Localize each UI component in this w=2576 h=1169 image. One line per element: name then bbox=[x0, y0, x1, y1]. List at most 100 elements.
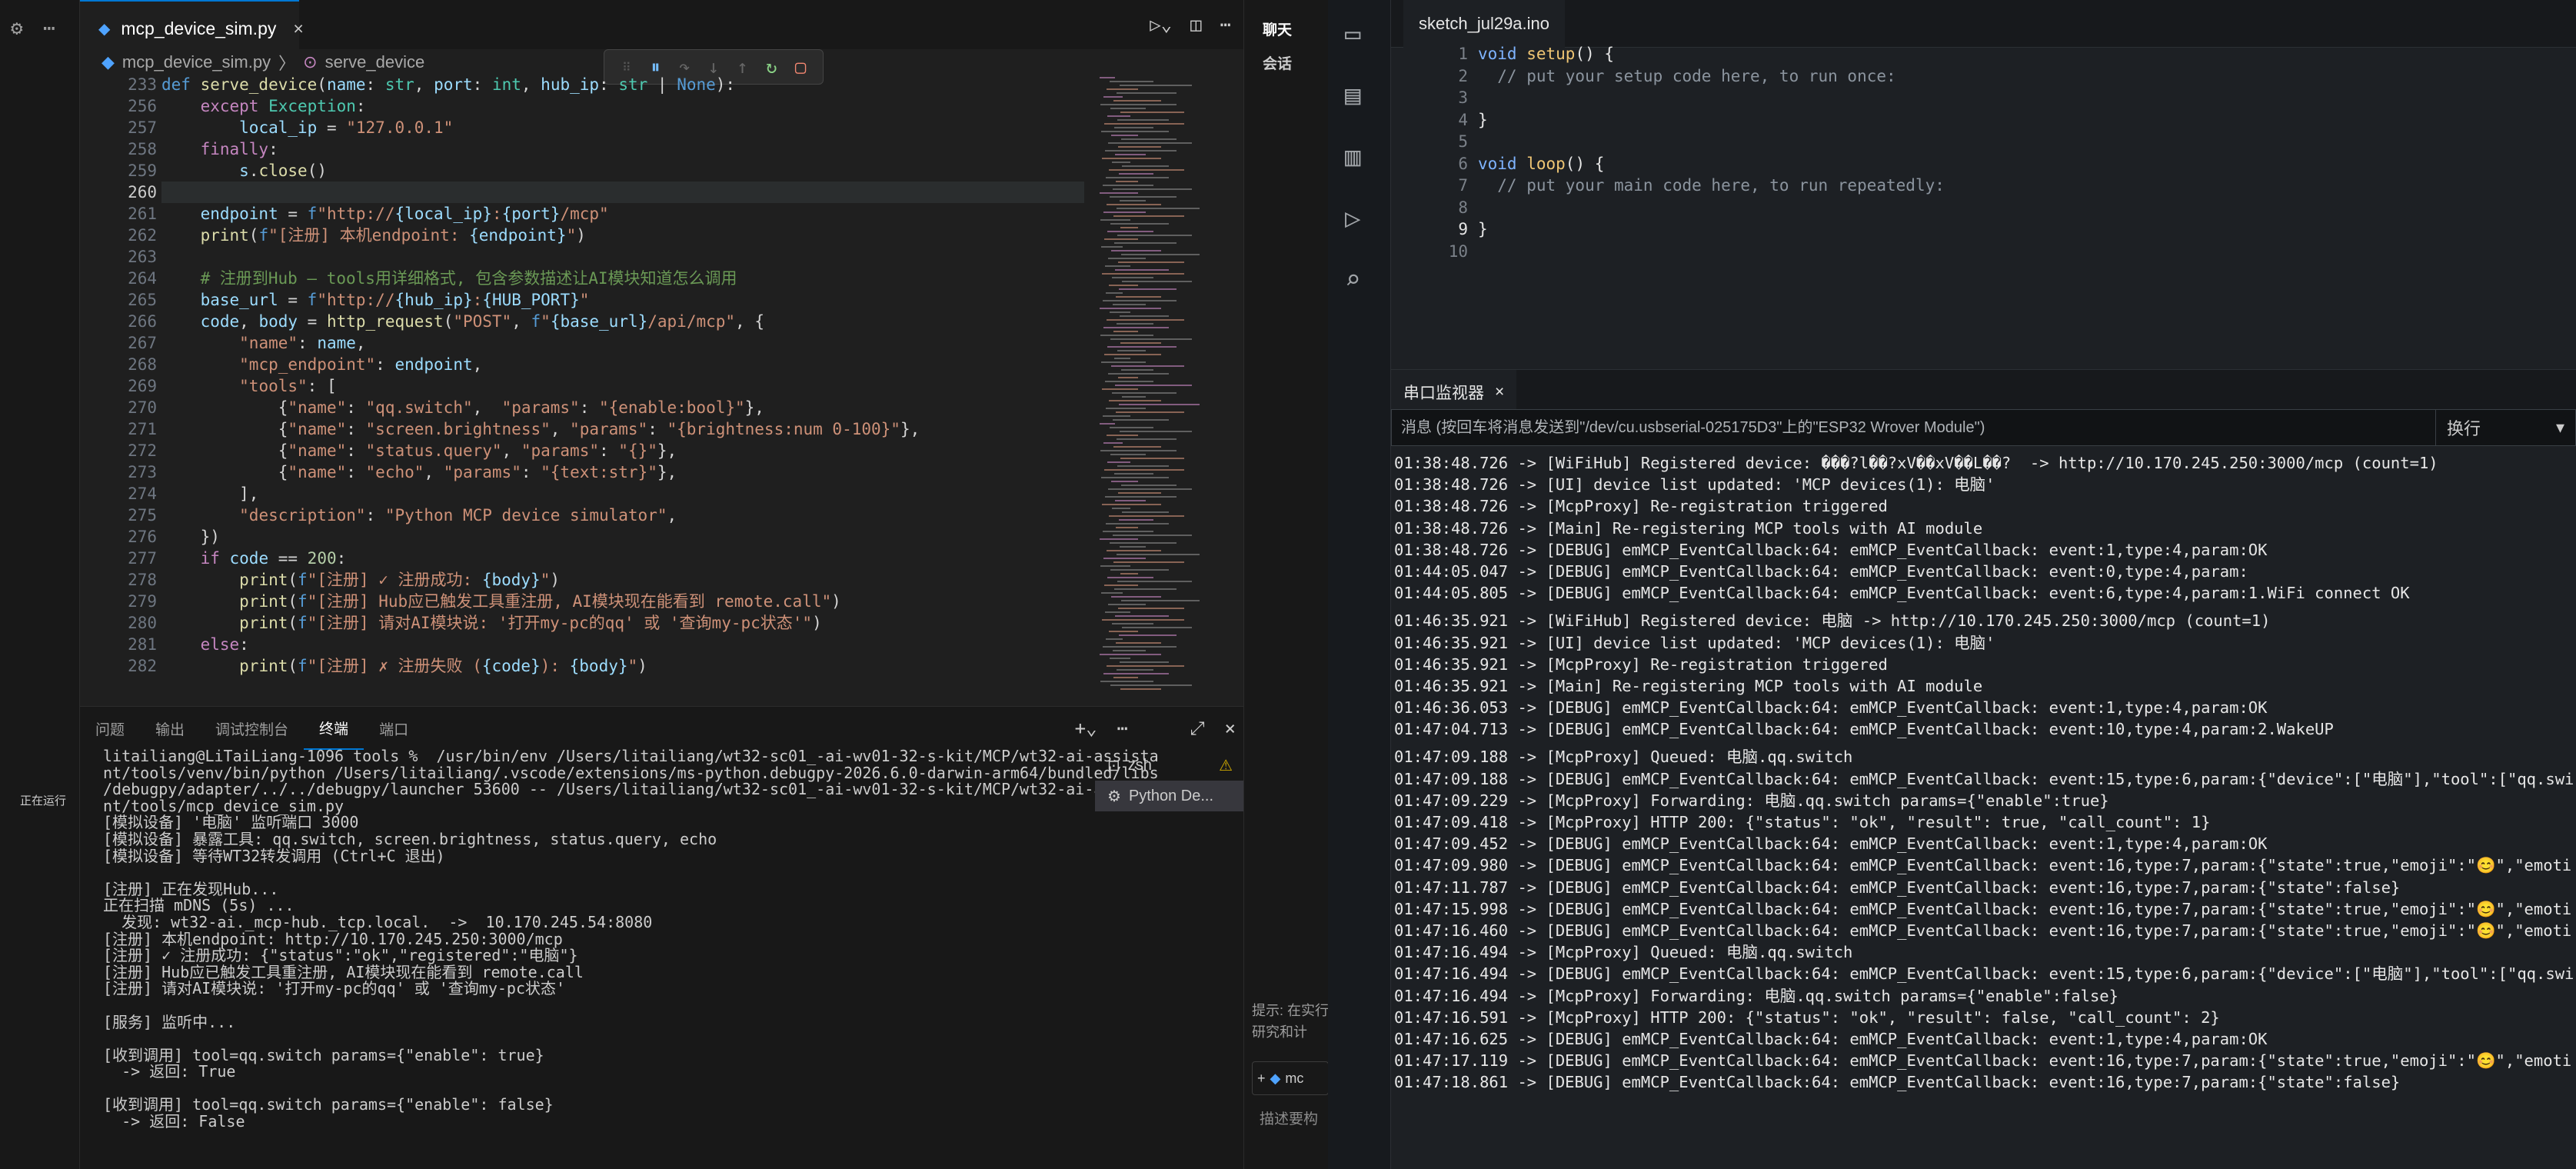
breadcrumb-symbol[interactable]: serve_device bbox=[325, 52, 425, 72]
minimap-line bbox=[1119, 634, 1177, 636]
code-token: "mcp_endpoint" bbox=[239, 355, 376, 374]
code-token: "{enable:bool}" bbox=[599, 398, 745, 417]
split-editor-icon[interactable]: ◫ bbox=[1190, 14, 1201, 35]
code-token: {port} bbox=[501, 205, 561, 223]
library-icon[interactable]: ▥ bbox=[1345, 142, 1360, 172]
code-token: : bbox=[375, 355, 395, 374]
add-context-icon: + bbox=[1257, 1070, 1266, 1086]
search-icon[interactable]: ⌕ bbox=[1345, 265, 1360, 295]
code-token: , bbox=[550, 420, 571, 438]
code-token: "params" bbox=[501, 398, 580, 417]
minimap-line bbox=[1112, 623, 1153, 624]
minimap-line bbox=[1121, 600, 1200, 601]
python-file-icon: ◆ bbox=[1270, 1070, 1281, 1086]
session-item[interactable]: 会话 bbox=[1263, 52, 1292, 73]
tab-mcp-device-sim[interactable]: ◆ mcp_device_sim.py × bbox=[80, 0, 304, 55]
run-status: 正在运行 bbox=[20, 794, 67, 808]
sketch-editor[interactable]: void setup() { // put your setup code he… bbox=[1478, 43, 2554, 274]
chat-input-placeholder[interactable]: 描述要构 bbox=[1260, 1107, 1318, 1128]
serial-line: 01:46:35.921 -> [McpProxy] Re-registrati… bbox=[1394, 654, 1888, 674]
tab-sketch[interactable]: sketch_jul29a.ino bbox=[1403, 0, 1566, 48]
code-token: f bbox=[298, 571, 308, 589]
minimap-line bbox=[1120, 688, 1161, 690]
minimap[interactable] bbox=[1092, 74, 1238, 704]
add-terminal-icon[interactable]: +⌄ bbox=[1075, 718, 1097, 739]
code-token: name bbox=[317, 334, 356, 352]
serial-output[interactable]: 01:38:48.726 -> [WiFiHub] Registered dev… bbox=[1394, 452, 2576, 1169]
maximize-panel-icon[interactable]: ⤢ bbox=[1190, 718, 1204, 739]
tab-serial-monitor[interactable]: 串口监视器 × bbox=[1391, 370, 1517, 415]
minimap-line bbox=[1106, 408, 1146, 409]
serial-line: 01:47:09.188 -> [DEBUG] emMCP_EventCallb… bbox=[1394, 769, 2574, 788]
minimap-line bbox=[1100, 104, 1177, 105]
code-line: {"name": "qq.switch", "params": "{enable… bbox=[161, 397, 764, 418]
close-icon[interactable]: × bbox=[1495, 383, 1504, 401]
minimap-line bbox=[1118, 261, 1184, 263]
breadcrumb-file[interactable]: mcp_device_sim.py bbox=[122, 52, 271, 72]
code-token: ) bbox=[550, 571, 561, 589]
minimap-line bbox=[1119, 404, 1200, 405]
code-token: f bbox=[307, 291, 318, 309]
code-token: } bbox=[1478, 220, 1488, 238]
minimap-line bbox=[1101, 361, 1146, 363]
serial-line: 01:46:35.921 -> [UI] device list updated… bbox=[1394, 633, 1995, 652]
line-ending-select[interactable]: 换行 ▾ bbox=[2435, 409, 2576, 446]
code-token: "{text:str}" bbox=[541, 463, 657, 481]
tab-panel[interactable]: 问题 bbox=[80, 707, 140, 750]
more-actions-icon[interactable]: ⋯ bbox=[1117, 718, 1128, 739]
more-actions-icon[interactable]: ⋯ bbox=[1220, 14, 1231, 35]
code-token: # 注册到Hub — tools用详细格式, 包含参数描述让AI模块知道怎么调用 bbox=[200, 269, 737, 288]
board-manager-icon[interactable]: ▤ bbox=[1345, 80, 1360, 111]
code-token: ], bbox=[161, 485, 259, 503]
folder-icon[interactable]: ▭ bbox=[1345, 18, 1360, 49]
serial-message-input[interactable] bbox=[1391, 409, 2452, 446]
more-icon[interactable]: ⋯ bbox=[43, 17, 55, 40]
minimap-line bbox=[1108, 488, 1192, 490]
line-number: 256 bbox=[128, 97, 157, 115]
minimap-line bbox=[1113, 419, 1169, 421]
terminal-item-python-debug[interactable]: ⚙ Python De... bbox=[1095, 781, 1243, 811]
debug-icon[interactable]: ▷ bbox=[1345, 203, 1360, 234]
minimap-line bbox=[1104, 584, 1138, 586]
close-icon[interactable]: × bbox=[293, 18, 303, 39]
line-number: 8 bbox=[1458, 198, 1468, 217]
minimap-line bbox=[1120, 342, 1161, 344]
code-editor[interactable]: def serve_device(name: str, port: int, h… bbox=[161, 74, 1084, 704]
minimap-line bbox=[1103, 300, 1177, 301]
run-debug-icon[interactable]: ▷⌄ bbox=[1150, 14, 1172, 35]
code-token: ( bbox=[248, 226, 259, 245]
terminal-item-zsh[interactable]: ⊡ zsh ⚠ bbox=[1095, 750, 1243, 781]
terminal-output[interactable]: litailiang@LiTaiLiang-1096 tools % /usr/… bbox=[103, 748, 1168, 1169]
tab-panel[interactable]: 调试控制台 bbox=[200, 707, 304, 750]
code-token: "description" bbox=[239, 506, 366, 525]
code-token: : bbox=[346, 420, 366, 438]
minimap-line bbox=[1103, 327, 1169, 328]
minimap-line bbox=[1113, 304, 1146, 305]
code-token: str bbox=[618, 75, 648, 94]
gear-icon[interactable]: ⚙ bbox=[11, 17, 23, 40]
code-token: }, bbox=[657, 463, 677, 481]
tab-panel[interactable]: 端口 bbox=[364, 707, 424, 750]
line-number: 7 bbox=[1458, 176, 1468, 195]
context-chip[interactable]: + ◆ mc bbox=[1252, 1061, 1329, 1095]
code-token: {body} bbox=[481, 571, 541, 589]
code-token: : bbox=[346, 441, 366, 460]
serial-line: 01:44:05.047 -> [DEBUG] emMCP_EventCallb… bbox=[1394, 561, 2248, 581]
minimap-line bbox=[1114, 588, 1177, 590]
code-token: : bbox=[346, 463, 366, 481]
code-token: print bbox=[239, 571, 288, 589]
close-icon[interactable]: × bbox=[1225, 718, 1236, 739]
code-line: {"name": "screen.brightness", "params": … bbox=[161, 418, 920, 440]
minimap-line bbox=[1110, 223, 1169, 225]
tab-panel[interactable]: 输出 bbox=[140, 707, 200, 750]
tab-panel[interactable]: 终端 bbox=[304, 707, 364, 750]
chat-title[interactable]: 聊天 bbox=[1263, 18, 1292, 39]
minimap-line bbox=[1105, 496, 1177, 498]
arduino-ide: ▭ ▤ ▥ ▷ ⌕ sketch_jul29a.ino 1 2 3 4 5 6 7 8 9 10 … bbox=[1328, 0, 2576, 1169]
minimap-line bbox=[1110, 569, 1169, 571]
minimap-line bbox=[1110, 311, 1130, 313]
